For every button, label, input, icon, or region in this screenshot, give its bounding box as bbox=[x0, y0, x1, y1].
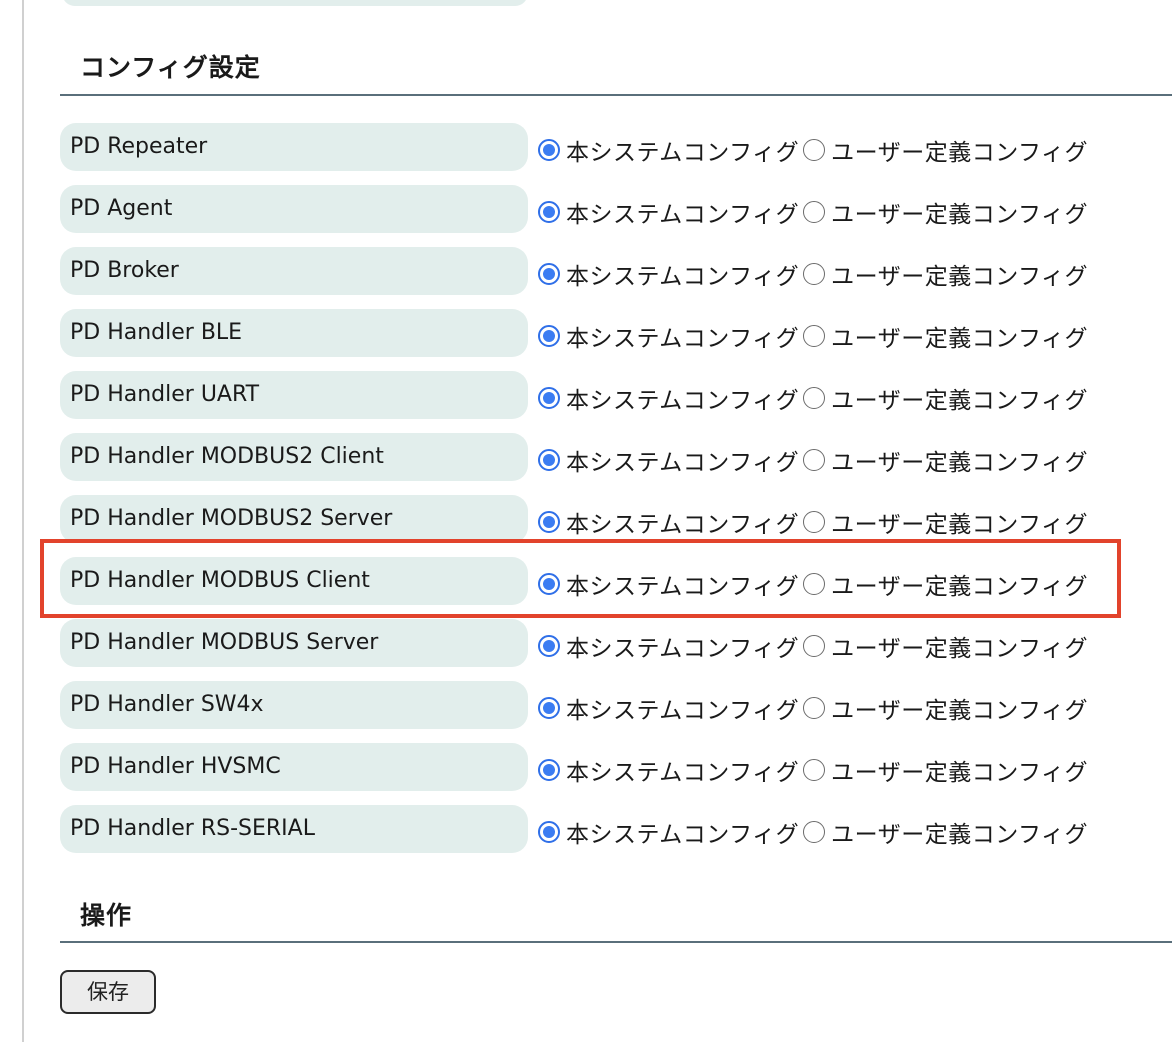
user-config-label[interactable]: ユーザー定義コンフィグ bbox=[831, 381, 1088, 415]
config-row: PD Handler MODBUS Client 本システムコンフィグ ユーザー… bbox=[0, 557, 1172, 619]
config-row-label: PD Handler HVSMC bbox=[60, 743, 528, 791]
config-row-label: PD Handler MODBUS2 Client bbox=[60, 433, 528, 481]
system-config-radio[interactable] bbox=[538, 387, 560, 409]
user-config-label[interactable]: ユーザー定義コンフィグ bbox=[831, 815, 1088, 849]
user-config-radio[interactable] bbox=[803, 759, 826, 781]
system-config-label[interactable]: 本システムコンフィグ bbox=[566, 443, 799, 477]
config-row-options: 本システムコンフィグ ユーザー定義コンフィグ bbox=[538, 753, 1092, 787]
system-config-radio[interactable] bbox=[538, 139, 560, 161]
user-config-radio[interactable] bbox=[803, 387, 826, 409]
config-row: PD Handler MODBUS2 Server 本システムコンフィグ ユーザ… bbox=[0, 495, 1172, 557]
config-row: PD Repeater 本システムコンフィグ ユーザー定義コンフィグ bbox=[0, 123, 1172, 185]
config-row: PD Handler RS-SERIAL 本システムコンフィグ ユーザー定義コン… bbox=[0, 805, 1172, 867]
config-section-divider bbox=[60, 94, 1172, 96]
config-row-options: 本システムコンフィグ ユーザー定義コンフィグ bbox=[538, 319, 1092, 353]
config-row-label: PD Handler UART bbox=[60, 371, 528, 419]
user-config-label[interactable]: ユーザー定義コンフィグ bbox=[831, 691, 1088, 725]
config-row: PD Handler UART 本システムコンフィグ ユーザー定義コンフィグ bbox=[0, 371, 1172, 433]
config-row-label: PD Handler MODBUS Server bbox=[60, 619, 528, 667]
save-button[interactable]: 保存 bbox=[60, 970, 156, 1014]
user-config-radio[interactable] bbox=[803, 635, 826, 657]
config-row-options: 本システムコンフィグ ユーザー定義コンフィグ bbox=[538, 691, 1092, 725]
config-row-label: PD Handler BLE bbox=[60, 309, 528, 357]
config-row-label: PD Handler SW4x bbox=[60, 681, 528, 729]
system-config-radio[interactable] bbox=[538, 821, 560, 843]
config-row-label: PD Repeater bbox=[60, 123, 528, 171]
user-config-label[interactable]: ユーザー定義コンフィグ bbox=[831, 195, 1088, 229]
user-config-radio[interactable] bbox=[803, 263, 826, 285]
user-config-label[interactable]: ユーザー定義コンフィグ bbox=[831, 505, 1088, 539]
user-config-radio[interactable] bbox=[803, 139, 826, 161]
system-config-label[interactable]: 本システムコンフィグ bbox=[566, 815, 799, 849]
system-config-radio[interactable] bbox=[538, 449, 560, 471]
config-row: PD Handler BLE 本システムコンフィグ ユーザー定義コンフィグ bbox=[0, 309, 1172, 371]
user-config-label[interactable]: ユーザー定義コンフィグ bbox=[831, 567, 1088, 601]
config-row-options: 本システムコンフィグ ユーザー定義コンフィグ bbox=[538, 629, 1092, 663]
user-config-label[interactable]: ユーザー定義コンフィグ bbox=[831, 629, 1088, 663]
config-row-options: 本システムコンフィグ ユーザー定義コンフィグ bbox=[538, 133, 1092, 167]
user-config-label[interactable]: ユーザー定義コンフィグ bbox=[831, 319, 1088, 353]
config-row: PD Broker 本システムコンフィグ ユーザー定義コンフィグ bbox=[0, 247, 1172, 309]
config-row-label: PD Handler RS-SERIAL bbox=[60, 805, 528, 853]
system-config-radio[interactable] bbox=[538, 263, 560, 285]
user-config-radio[interactable] bbox=[803, 511, 826, 533]
system-config-radio[interactable] bbox=[538, 201, 560, 223]
config-row-options: 本システムコンフィグ ユーザー定義コンフィグ bbox=[538, 815, 1092, 849]
user-config-label[interactable]: ユーザー定義コンフィグ bbox=[831, 753, 1088, 787]
system-config-radio[interactable] bbox=[538, 511, 560, 533]
operations-section-divider bbox=[60, 941, 1172, 943]
user-config-label[interactable]: ユーザー定義コンフィグ bbox=[831, 133, 1088, 167]
config-row-options: 本システムコンフィグ ユーザー定義コンフィグ bbox=[538, 505, 1092, 539]
system-config-label[interactable]: 本システムコンフィグ bbox=[566, 567, 799, 601]
config-row-options: 本システムコンフィグ ユーザー定義コンフィグ bbox=[538, 567, 1092, 601]
system-config-label[interactable]: 本システムコンフィグ bbox=[566, 195, 799, 229]
config-page: コンフィグ設定 PD Repeater 本システムコンフィグ ユーザー定義コンフ… bbox=[0, 0, 1172, 1042]
previous-row-pill bbox=[62, 0, 528, 6]
system-config-label[interactable]: 本システムコンフィグ bbox=[566, 691, 799, 725]
system-config-radio[interactable] bbox=[538, 697, 560, 719]
config-row-label: PD Handler MODBUS2 Server bbox=[60, 495, 528, 543]
config-row-options: 本システムコンフィグ ユーザー定義コンフィグ bbox=[538, 443, 1092, 477]
user-config-radio[interactable] bbox=[803, 201, 826, 223]
system-config-label[interactable]: 本システムコンフィグ bbox=[566, 319, 799, 353]
system-config-label[interactable]: 本システムコンフィグ bbox=[566, 257, 799, 291]
system-config-radio[interactable] bbox=[538, 325, 560, 347]
user-config-label[interactable]: ユーザー定義コンフィグ bbox=[831, 443, 1088, 477]
system-config-label[interactable]: 本システムコンフィグ bbox=[566, 753, 799, 787]
config-row-label: PD Broker bbox=[60, 247, 528, 295]
config-row-label: PD Handler MODBUS Client bbox=[60, 557, 528, 605]
config-row: PD Handler SW4x 本システムコンフィグ ユーザー定義コンフィグ bbox=[0, 681, 1172, 743]
config-row-options: 本システムコンフィグ ユーザー定義コンフィグ bbox=[538, 381, 1092, 415]
config-row: PD Handler MODBUS2 Client 本システムコンフィグ ユーザ… bbox=[0, 433, 1172, 495]
config-rows: PD Repeater 本システムコンフィグ ユーザー定義コンフィグ PD Ag… bbox=[0, 123, 1172, 867]
config-row-options: 本システムコンフィグ ユーザー定義コンフィグ bbox=[538, 257, 1092, 291]
config-section-title: コンフィグ設定 bbox=[80, 53, 261, 82]
system-config-radio[interactable] bbox=[538, 635, 560, 657]
system-config-label[interactable]: 本システムコンフィグ bbox=[566, 133, 799, 167]
config-row: PD Handler MODBUS Server 本システムコンフィグ ユーザー… bbox=[0, 619, 1172, 681]
system-config-radio[interactable] bbox=[538, 573, 560, 595]
system-config-label[interactable]: 本システムコンフィグ bbox=[566, 505, 799, 539]
config-row: PD Handler HVSMC 本システムコンフィグ ユーザー定義コンフィグ bbox=[0, 743, 1172, 805]
config-row-options: 本システムコンフィグ ユーザー定義コンフィグ bbox=[538, 195, 1092, 229]
config-row: PD Agent 本システムコンフィグ ユーザー定義コンフィグ bbox=[0, 185, 1172, 247]
user-config-radio[interactable] bbox=[803, 573, 826, 595]
operations-section-title: 操作 bbox=[80, 901, 133, 930]
system-config-label[interactable]: 本システムコンフィグ bbox=[566, 629, 799, 663]
user-config-radio[interactable] bbox=[803, 821, 826, 843]
user-config-label[interactable]: ユーザー定義コンフィグ bbox=[831, 257, 1088, 291]
user-config-radio[interactable] bbox=[803, 325, 826, 347]
config-row-label: PD Agent bbox=[60, 185, 528, 233]
system-config-radio[interactable] bbox=[538, 759, 560, 781]
user-config-radio[interactable] bbox=[803, 697, 826, 719]
user-config-radio[interactable] bbox=[803, 449, 826, 471]
system-config-label[interactable]: 本システムコンフィグ bbox=[566, 381, 799, 415]
